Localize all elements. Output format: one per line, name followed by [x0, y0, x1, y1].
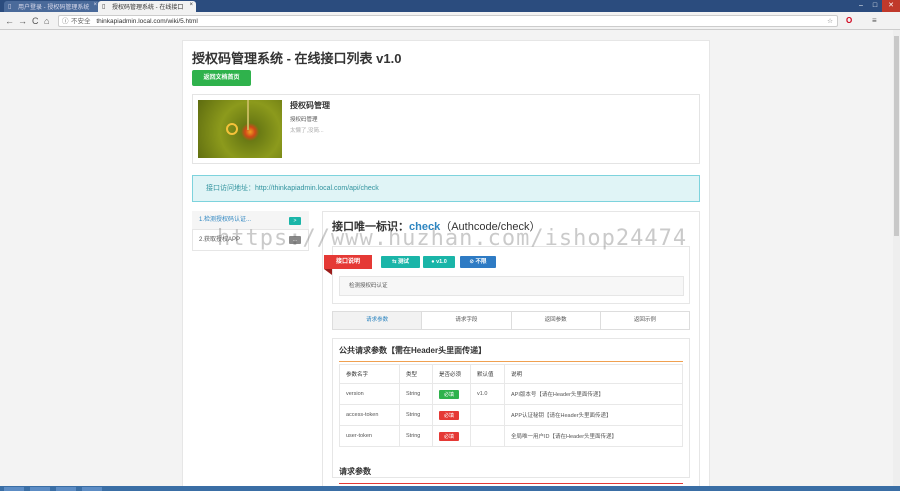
browser-tab-login[interactable]: ▯ 用户登录 - 授权码管理系统 × [4, 1, 100, 12]
tab-request-fields[interactable]: 请求字段 [422, 312, 512, 329]
ribbon-fold [324, 269, 332, 275]
api-address-alert: 接口访问地址：http://thinkapiadmin.local.com/ap… [192, 175, 700, 202]
address-bar[interactable]: ⓘ 不安全 thinkapiadmin.local.com/wiki/5.htm… [58, 15, 838, 27]
param-desc: APP认证秘钥【请在Header头里面传递】 [504, 404, 683, 426]
menu-icon[interactable]: ≡ [872, 16, 877, 26]
table-header-row: 参数名字 类型 是否必须 默认值 说明 [339, 364, 683, 384]
required-badge: 必填 [439, 410, 460, 420]
request-params-title: 请求参数 [339, 467, 371, 476]
info-icon[interactable]: ⓘ [62, 16, 69, 27]
param-type: String [399, 425, 433, 447]
param-name: user-token [339, 425, 400, 447]
page-icon: ▯ [8, 4, 12, 10]
app-thumbnail-image [198, 100, 282, 158]
page-icon: ▯ [102, 4, 106, 10]
close-window-icon[interactable]: ✕ [882, 0, 900, 12]
taskbar-item[interactable] [30, 487, 50, 491]
param-default [470, 404, 505, 426]
version-tag: ● v1.0 [423, 256, 455, 268]
comment-icon: ... [289, 236, 301, 244]
close-tab-icon[interactable]: × [189, 2, 193, 8]
tab-label: 用户登录 - 授权码管理系统 [18, 5, 90, 11]
public-params-table: 参数名字 类型 是否必须 默认值 说明 version String 必填 v1… [339, 364, 683, 447]
api-code: check [409, 221, 441, 233]
api-tabs: 请求参数 请求字段 返回参数 返回示例 [332, 311, 690, 330]
forward-icon[interactable]: → [18, 16, 27, 26]
api-path: （Authcode/check） [440, 221, 541, 233]
table-row: version String 必填 v1.0 API版本号【请在Header头里… [339, 383, 683, 405]
col-header: 说明 [504, 364, 683, 384]
home-icon[interactable]: ⌂ [44, 16, 49, 26]
app-description: 太懒了,没简... [290, 128, 324, 134]
tab-response-params[interactable]: 返回参数 [512, 312, 601, 329]
col-header: 类型 [399, 364, 433, 384]
section-divider [339, 361, 683, 362]
opera-icon[interactable]: O [846, 16, 852, 26]
tab-request-params[interactable]: 请求参数 [333, 312, 423, 329]
browser-tab-api-list[interactable]: ▯ 授权码管理系统 - 在线接口 × [98, 1, 196, 12]
bookmark-star-icon[interactable]: ☆ [827, 16, 833, 27]
back-to-docs-home-button[interactable]: 返回文档首页 [192, 70, 251, 86]
param-type: String [399, 383, 433, 405]
col-header: 参数名字 [339, 364, 400, 384]
public-params-title: 公共请求参数【需在Header头里面传递】 [339, 346, 487, 355]
param-required: 必填 [432, 425, 471, 447]
param-default [470, 425, 505, 447]
browser-toolbar: ← → C ⌂ ⓘ 不安全 thinkapiadmin.local.com/wi… [0, 12, 900, 30]
param-type: String [399, 404, 433, 426]
taskbar-item[interactable] [56, 487, 76, 491]
col-header: 默认值 [470, 364, 505, 384]
api-description-ribbon: 接口说明 [324, 255, 372, 269]
required-badge: 必填 [439, 431, 460, 441]
param-desc: API版本号【请在Header头里面传递】 [504, 383, 683, 405]
maximize-icon[interactable]: □ [868, 0, 882, 12]
param-name: version [339, 383, 400, 405]
app-subtitle: 授权码管理 [290, 117, 318, 123]
param-default: v1.0 [470, 383, 505, 405]
required-badge: 必填 [439, 389, 460, 399]
section-divider [339, 483, 683, 484]
api-description: 检测授权码认证 [339, 276, 684, 296]
col-header: 是否必须 [432, 364, 471, 384]
app-name: 授权码管理 [290, 101, 330, 110]
minimize-icon[interactable]: – [854, 0, 868, 12]
taskbar-item[interactable] [4, 487, 24, 491]
param-desc: 全局唯一用户ID【请在Header头里面传递】 [504, 425, 683, 447]
browser-tab-strip: ▯ 用户登录 - 授权码管理系统 × ▯ 授权码管理系统 - 在线接口 × – … [0, 0, 900, 12]
scrollbar-thumb[interactable] [894, 36, 899, 236]
security-label: 不安全 [71, 18, 91, 25]
table-row: access-token String 必填 APP认证秘钥【请在Header头… [339, 404, 683, 426]
os-taskbar [0, 486, 900, 491]
close-tab-icon[interactable]: × [93, 2, 97, 8]
vertical-scrollbar[interactable] [893, 30, 900, 486]
taskbar-item[interactable] [82, 487, 102, 491]
param-name: access-token [339, 404, 400, 426]
api-title-prefix: 接口唯一标识： [332, 221, 409, 233]
tab-label: 授权码管理系统 - 在线接口 [112, 5, 184, 11]
window-controls: – □ ✕ [854, 0, 900, 12]
chevron-right-icon: > [289, 217, 301, 225]
page-title: 授权码管理系统 - 在线接口列表 v1.0 [192, 51, 402, 66]
reload-icon[interactable]: C [32, 16, 39, 26]
param-required: 必填 [432, 383, 471, 405]
param-required: 必填 [432, 404, 471, 426]
test-tag[interactable]: ⇆ 测试 [381, 256, 420, 268]
api-identifier-title: 接口唯一标识：check（Authcode/check） [332, 218, 540, 234]
limit-tag: ⊘ 不限 [460, 256, 496, 268]
table-row: user-token String 必填 全局唯一用户ID【请在Header头里… [339, 425, 683, 447]
url-text: thinkapiadmin.local.com/wiki/5.html [96, 18, 198, 25]
back-icon[interactable]: ← [5, 16, 14, 26]
tab-response-example[interactable]: 返回示例 [601, 312, 689, 329]
